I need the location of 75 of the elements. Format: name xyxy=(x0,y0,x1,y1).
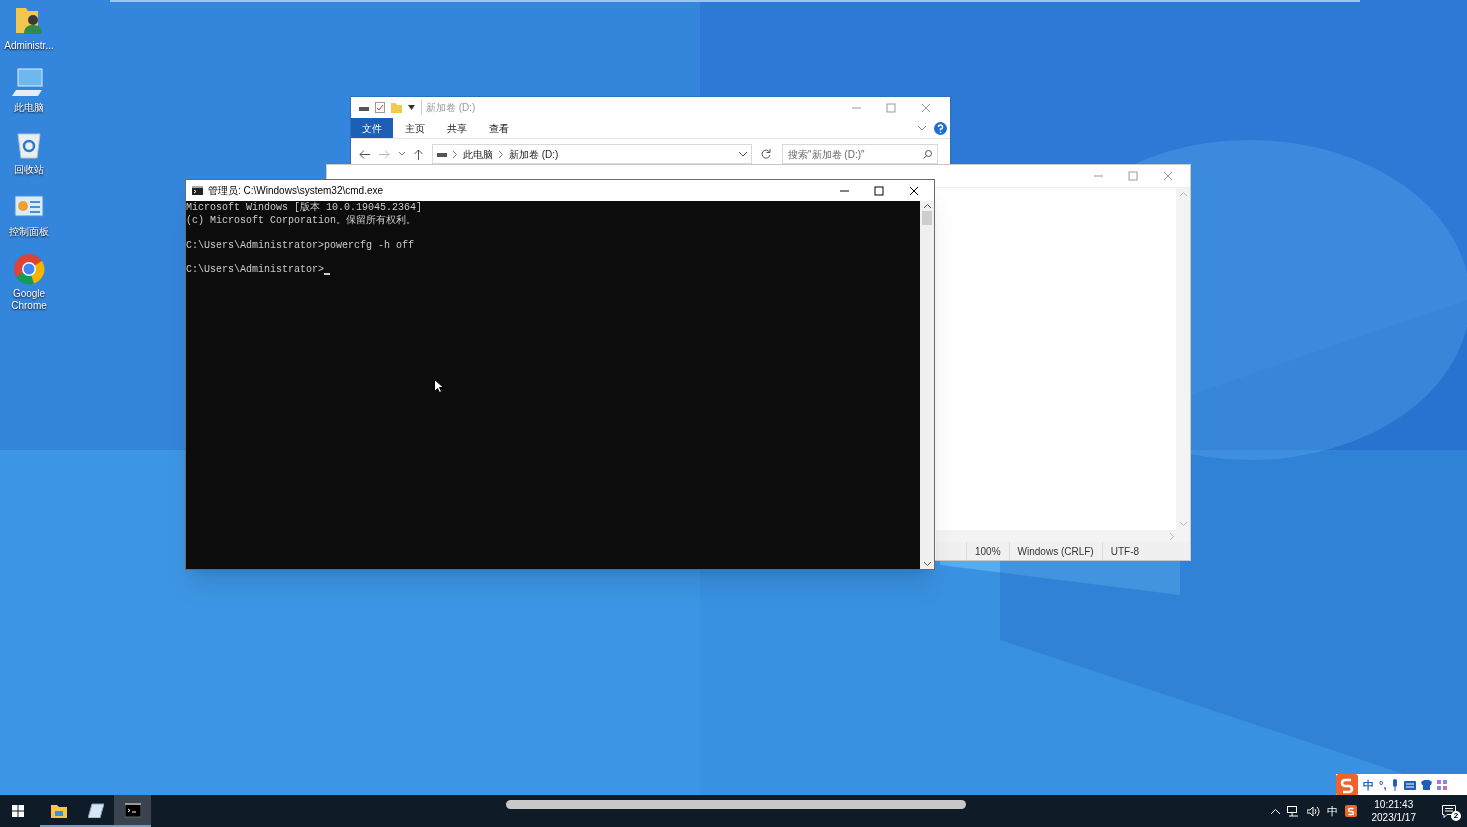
down-chevron-icon xyxy=(1179,522,1187,526)
search-field[interactable]: 搜索"新加卷 (D:)" xyxy=(782,144,938,164)
checklist-icon[interactable] xyxy=(375,102,385,113)
text-cursor xyxy=(324,273,331,276)
chevron-down-icon xyxy=(739,151,747,157)
ribbon-tab[interactable]: 共享 xyxy=(437,118,477,138)
ime-button[interactable]: 中 xyxy=(1363,779,1374,791)
chevron-down-icon[interactable] xyxy=(399,152,405,156)
sogou-logo-icon[interactable] xyxy=(1344,805,1357,817)
help-icon[interactable] xyxy=(934,121,947,135)
maximize-icon xyxy=(886,102,896,113)
microphone-icon[interactable] xyxy=(1391,779,1400,791)
windows-logo-icon xyxy=(12,805,24,817)
console-line: (c) Microsoft Corporation。保留所有权利。 xyxy=(186,214,417,227)
chevron-right-icon xyxy=(453,150,457,158)
notepad-icon xyxy=(87,802,104,818)
notification-button[interactable]: 2 xyxy=(1431,795,1467,827)
grid-icon[interactable] xyxy=(1437,780,1448,790)
breadcrumb-item[interactable]: 新加卷 (D:) xyxy=(509,146,559,162)
maximize-icon xyxy=(874,185,884,196)
vertical-scrollbar[interactable] xyxy=(920,201,934,569)
volume-icon[interactable] xyxy=(1306,805,1320,817)
breadcrumb-item[interactable]: 此电脑 xyxy=(463,146,493,162)
sogou-logo-icon[interactable] xyxy=(1336,774,1358,796)
ribbon-tab[interactable]: 查看 xyxy=(479,118,519,138)
search-icon xyxy=(923,149,932,159)
up-chevron-icon xyxy=(923,204,931,208)
taskbar-app-button[interactable] xyxy=(114,795,151,827)
console-icon xyxy=(124,802,141,818)
console-line: C:\Users\Administrator> xyxy=(186,264,325,277)
close-icon xyxy=(921,102,931,113)
keyboard-icon[interactable] xyxy=(1404,780,1417,790)
icon-label[interactable]: 控制面板 xyxy=(1,226,57,238)
folder-icon xyxy=(50,802,67,818)
close-icon xyxy=(1163,171,1173,181)
right-chevron-icon xyxy=(1170,532,1174,540)
shirt-icon[interactable] xyxy=(1421,780,1433,790)
status-text: UTF-8 xyxy=(1101,542,1148,560)
horizontal-scrollbar[interactable] xyxy=(936,530,1190,542)
message-icon xyxy=(1442,804,1456,818)
scrollbar-thumb[interactable] xyxy=(922,211,932,225)
clock[interactable]: 10:21:43 2023/1/17 xyxy=(1363,798,1424,824)
icon-label[interactable]: Google Chrome xyxy=(1,288,57,312)
up-arrow-icon[interactable] xyxy=(414,148,423,160)
ribbon-tab[interactable]: 主页 xyxy=(395,118,435,138)
ime-indicator[interactable]: 中 xyxy=(1326,802,1338,820)
down-chevron-icon xyxy=(923,562,931,566)
chevron-down-icon[interactable] xyxy=(918,125,926,131)
back-arrow-icon[interactable] xyxy=(359,149,370,159)
console-icon xyxy=(192,186,203,195)
window-title: 管理员: C:\Windows\system32\cmd.exe xyxy=(208,184,384,198)
icon-label[interactable]: Administr... xyxy=(1,40,57,52)
chrome-icon[interactable] xyxy=(12,252,46,286)
up-chevron-icon xyxy=(1179,192,1187,196)
icon-label[interactable]: 此电脑 xyxy=(1,102,57,114)
chevron-right-icon xyxy=(499,150,503,158)
vertical-scrollbar[interactable] xyxy=(1176,188,1190,530)
maximize-icon xyxy=(1128,171,1138,181)
notification-badge: 2 xyxy=(1451,811,1461,821)
window-title: 新加卷 (D:) xyxy=(421,100,476,115)
console-line: C:\Users\Administrator>powercfg -h off xyxy=(186,239,415,252)
network-icon[interactable] xyxy=(1286,805,1300,817)
status-text: 100% xyxy=(966,542,1009,560)
console-line: Microsoft Windows [版本 10.0.19045.2364] xyxy=(186,202,423,215)
ime-button[interactable]: °, xyxy=(1379,779,1387,791)
close-icon xyxy=(909,185,919,196)
status-text: Windows (CRLF) xyxy=(1008,542,1102,560)
chevron-up-icon[interactable] xyxy=(1270,808,1280,814)
caret-icon[interactable] xyxy=(408,105,415,110)
refresh-icon[interactable] xyxy=(761,149,771,159)
mouse-pointer-icon xyxy=(434,379,443,393)
search-input[interactable]: 搜索"新加卷 (D:)" xyxy=(788,146,920,162)
address-bar[interactable]: 此电脑 新加卷 (D:) xyxy=(432,144,752,164)
icon-label[interactable]: 回收站 xyxy=(1,164,57,176)
scroll-bar[interactable] xyxy=(506,800,966,809)
